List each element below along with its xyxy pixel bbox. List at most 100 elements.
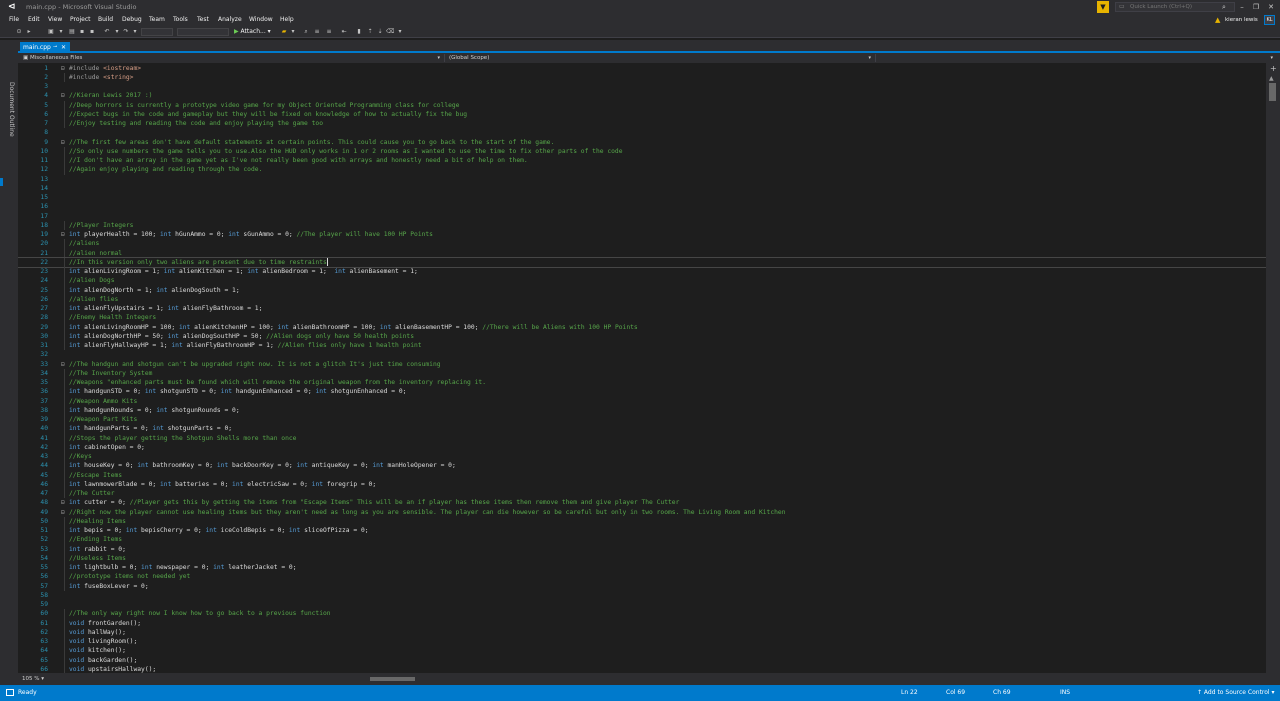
browser-link-icon[interactable]: ▰ [280, 27, 288, 36]
code-line[interactable]: 28 //Enemy Health Integers [18, 313, 1266, 323]
menu-view[interactable]: View [48, 15, 62, 25]
code-line[interactable]: 53 int rabbit = 0; [18, 544, 1266, 554]
member-select[interactable]: ▾ [877, 54, 1277, 62]
code-line[interactable]: 27 int alienFlyUpstairs = 1; int alienFly… [18, 304, 1266, 314]
code-line[interactable]: 2 #include <string> [18, 72, 1266, 82]
solution-platform-select[interactable] [177, 28, 229, 36]
menu-tools[interactable]: Tools [173, 15, 188, 25]
code-line[interactable]: 19 ⊟ int playerHealth = 100; int hGunAmmo … [18, 230, 1266, 239]
bookmark-icon[interactable]: ▮ [355, 27, 363, 36]
code-line[interactable]: 50 //Healing Items [18, 516, 1266, 526]
menu-window[interactable]: Window [249, 15, 273, 25]
code-line[interactable]: 11 //I don't have an array in the game ye… [18, 156, 1266, 166]
zoom-level-select[interactable]: 105 % ▾ [22, 674, 44, 684]
code-line[interactable]: 8 [18, 128, 1266, 137]
code-line[interactable]: 5 //Deep horrors is currently a prototype… [18, 100, 1266, 110]
code-line[interactable]: 65 void backGarden(); [18, 655, 1266, 665]
code-line[interactable]: 12 //Again enjoy playing and reading thro… [18, 165, 1266, 175]
code-line[interactable]: 56 //prototype items not needed yet [18, 572, 1266, 582]
restore-button[interactable]: ❐ [1250, 2, 1262, 12]
code-line[interactable]: 13 [18, 175, 1266, 184]
code-line[interactable]: 52 //Ending Items [18, 535, 1266, 545]
code-line[interactable]: 51 int bepis = 0; int bepisCherry = 0; in… [18, 526, 1266, 536]
code-line[interactable]: 45 //Escape Items [18, 470, 1266, 480]
code-line[interactable]: 36 int handgunSTD = 0; int shotgunSTD = 0… [18, 387, 1266, 397]
code-line[interactable]: 25 int alienDogNorth = 1; int alienDogSou… [18, 285, 1266, 295]
save-icon[interactable]: ▪ [78, 27, 86, 36]
search-icon[interactable]: ⌕ [1218, 2, 1230, 12]
code-line[interactable]: 38 int handgunRounds = 0; int shotgunRoun… [18, 405, 1266, 415]
browser-link-dropdown-icon[interactable]: ▾ [289, 27, 297, 36]
code-line[interactable]: 62 void hallWay(); [18, 627, 1266, 637]
quick-launch-input[interactable]: ▭ Quick Launch (Ctrl+Q) [1115, 2, 1235, 12]
quick-find-icon[interactable]: ⌕ [302, 27, 310, 36]
scroll-up-icon[interactable]: ▲ [1269, 75, 1274, 82]
code-line[interactable]: 15 [18, 193, 1266, 202]
code-line[interactable]: 58 [18, 591, 1266, 600]
document-outline-tab[interactable]: Document Outline [8, 82, 15, 137]
avatar[interactable]: KL [1264, 15, 1275, 25]
code-line[interactable]: 10 //So only use numbers the game tells y… [18, 146, 1266, 156]
project-select[interactable]: ▣ Miscellaneous Files ▾ [20, 54, 445, 62]
undo-icon[interactable]: ↶ [103, 27, 111, 36]
save-all-icon[interactable]: ▪ [88, 27, 96, 36]
menu-test[interactable]: Test [197, 15, 209, 25]
code-line[interactable]: 21 //alien normal [18, 248, 1266, 258]
split-editor-icon[interactable]: + [1270, 64, 1277, 73]
scope-select[interactable]: (Global Scope) ▾ [446, 54, 876, 62]
warning-icon[interactable]: ▲ [1215, 15, 1220, 25]
code-line[interactable]: 33 ⊟//The handgun and shotgun can't be up… [18, 360, 1266, 369]
code-line[interactable]: 42 int cabinetOpen = 0; [18, 442, 1266, 452]
code-line[interactable]: 39 //Weapon Part Kits [18, 415, 1266, 425]
code-line[interactable]: 44 int houseKey = 0; int bathroomKey = 0;… [18, 461, 1266, 471]
notification-flag-icon[interactable]: ▼ [1097, 1, 1109, 13]
code-line[interactable]: 55 int lightbulb = 0; int newspaper = 0; … [18, 563, 1266, 573]
code-line[interactable]: 30 int alienDogNorthHP = 50; int alienDog… [18, 331, 1266, 341]
code-line[interactable]: 63 void livingRoom(); [18, 637, 1266, 647]
collapse-region-icon[interactable]: ⊟ [61, 64, 67, 73]
solution-configuration-select[interactable] [141, 28, 173, 36]
menu-debug[interactable]: Debug [122, 15, 142, 25]
code-editor[interactable]: 1 ⊟ #include <iostream> 2 #include <string> 3… [18, 63, 1266, 673]
forward-navigate-icon[interactable]: ▸ [25, 27, 33, 36]
collapse-region-icon[interactable]: ⊟ [61, 508, 67, 517]
code-line[interactable]: 59 [18, 600, 1266, 609]
redo-icon[interactable]: ↷ [122, 27, 130, 36]
collapse-region-icon[interactable]: ⊟ [61, 91, 67, 100]
code-line[interactable]: 41 //Stops the player getting the Shotgun… [18, 433, 1266, 443]
toolbar-overflow-icon[interactable]: ▾ [396, 27, 404, 36]
code-line[interactable]: 32 [18, 350, 1266, 359]
scrollbar-thumb[interactable] [1269, 83, 1276, 101]
menu-team[interactable]: Team [149, 15, 165, 25]
uncomment-lines-icon[interactable]: ≡ [325, 27, 333, 36]
code-line[interactable]: 35 //Weapons "enhanced parts must be foun… [18, 378, 1266, 388]
add-to-source-control-button[interactable]: ↑ Add to Source Control ▾ [1197, 688, 1275, 698]
code-line[interactable]: 16 [18, 202, 1266, 211]
code-line[interactable]: 49 ⊟//Right now the player cannot use hea… [18, 508, 1266, 517]
code-line[interactable]: 40 int handgunParts = 0; int shotgunParts… [18, 424, 1266, 434]
clear-bookmarks-icon[interactable]: ⌫ [386, 27, 394, 36]
tab-main-cpp[interactable]: main.cpp ⊸ ✕ [20, 42, 70, 53]
redo-dropdown-icon[interactable]: ▾ [131, 27, 139, 36]
close-tab-button[interactable]: ✕ [61, 42, 66, 53]
open-file-icon[interactable]: ▾ [57, 27, 65, 36]
comment-lines-icon[interactable]: ≡ [313, 27, 321, 36]
code-line[interactable]: 43 //Keys [18, 452, 1266, 462]
close-window-button[interactable]: ✕ [1265, 2, 1277, 12]
menu-help[interactable]: Help [280, 15, 294, 25]
pin-icon[interactable]: ⊸ [53, 42, 57, 53]
code-line[interactable]: 18 //Player Integers [18, 220, 1266, 230]
menu-project[interactable]: Project [70, 15, 91, 25]
horizontal-scrollbar-thumb[interactable] [370, 677, 415, 681]
code-line[interactable]: 6 //Expect bugs in the code and gameplay … [18, 109, 1266, 119]
code-line[interactable]: 64 void kitchen(); [18, 646, 1266, 656]
code-line[interactable]: 22 //In this version only two aliens are … [18, 256, 1266, 269]
code-line[interactable]: 14 [18, 184, 1266, 193]
back-navigate-icon[interactable]: ⊙ [15, 27, 23, 36]
code-line[interactable]: 61 void frontGarden(); [18, 618, 1266, 628]
code-line[interactable]: 34 //The Inventory System [18, 368, 1266, 378]
code-line[interactable]: 1 ⊟ #include <iostream> [18, 64, 1266, 73]
collapse-region-icon[interactable]: ⊟ [61, 230, 67, 239]
open-folder-icon[interactable]: ▤ [68, 27, 76, 36]
code-line[interactable]: 47 //The Cutter [18, 489, 1266, 499]
